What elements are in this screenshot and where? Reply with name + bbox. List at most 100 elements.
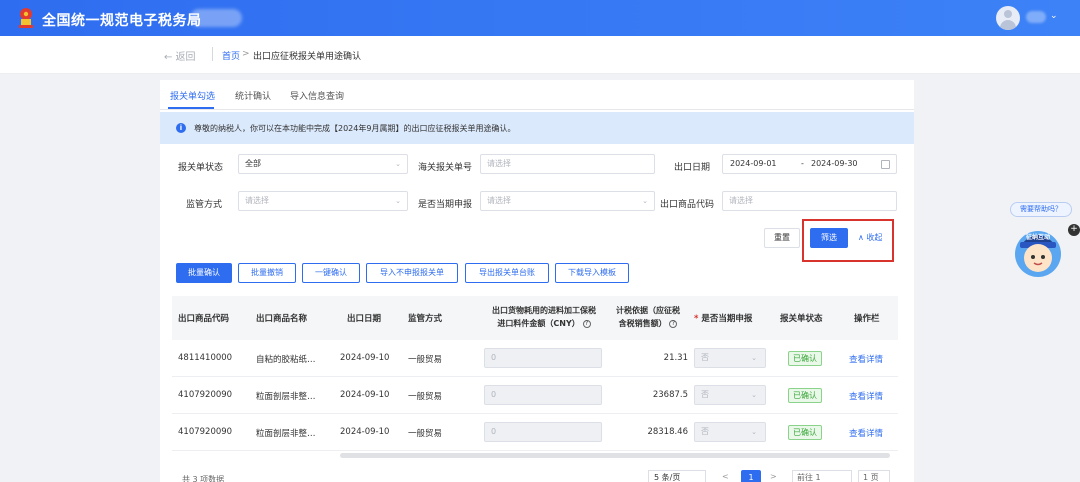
cell-tax-basis: 28318.46 bbox=[647, 427, 688, 437]
supervision-placeholder: 请选择 bbox=[245, 196, 269, 205]
breadcrumb-home[interactable]: 首页 bbox=[222, 49, 240, 62]
product-code-label: 出口商品代码 bbox=[660, 200, 715, 210]
cell-product-code: 4107920090 bbox=[178, 427, 233, 437]
status-badge: 已确认 bbox=[788, 388, 822, 403]
import-no-declare-button[interactable]: 导入不申报报关单 bbox=[366, 263, 458, 283]
supervision-label: 监管方式 bbox=[186, 200, 223, 210]
cell-export-date: 2024-09-10 bbox=[340, 427, 390, 437]
current-period-row-select[interactable]: 否 ⌄ bbox=[694, 422, 766, 442]
notice-banner: i 尊敬的纳税人，你可以在本功能中完成【2024年9月属期】的出口应征税报关单用… bbox=[160, 112, 914, 144]
chevron-down-icon: ⌄ bbox=[751, 391, 757, 399]
date-start: 2024-09-01 bbox=[730, 159, 777, 168]
filter-button[interactable]: 筛选 bbox=[810, 228, 848, 248]
mascot-label: 征纳互动 bbox=[1025, 233, 1050, 241]
required-star: * bbox=[694, 314, 699, 324]
chevron-down-icon: ⌄ bbox=[395, 197, 401, 205]
status-select-value: 全部 bbox=[245, 159, 261, 168]
download-template-button[interactable]: 下载导入模板 bbox=[555, 263, 629, 283]
table-row: 4107920090 粒面剖层非整… 2024-09-10 一般贸易 0 283… bbox=[172, 414, 898, 451]
help-circle-icon[interactable]: ? bbox=[669, 319, 678, 328]
user-avatar[interactable] bbox=[996, 6, 1020, 30]
chevron-down-icon: ⌄ bbox=[642, 197, 648, 205]
amount-input[interactable]: 0 bbox=[484, 385, 602, 405]
one-click-confirm-button[interactable]: 一键确认 bbox=[302, 263, 360, 283]
customs-no-input[interactable]: 请选择 bbox=[480, 154, 655, 174]
prev-page-button[interactable]: < bbox=[722, 472, 729, 481]
th-bonded-amount-line1: 出口货物耗用的进料加工保税 bbox=[492, 306, 596, 315]
current-period-row-value: 否 bbox=[701, 390, 709, 399]
tab-declaration-select[interactable]: 报关单勾选 bbox=[170, 89, 215, 102]
export-date-label: 出口日期 bbox=[674, 163, 711, 173]
info-icon: i bbox=[176, 123, 186, 133]
view-detail-link[interactable]: 查看详情 bbox=[849, 390, 883, 402]
chevron-down-icon: ⌄ bbox=[395, 160, 401, 168]
view-detail-link[interactable]: 查看详情 bbox=[849, 353, 883, 365]
cell-product-code: 4811410000 bbox=[178, 353, 233, 363]
batch-confirm-button[interactable]: 批量确认 bbox=[176, 263, 232, 283]
batch-revoke-button[interactable]: 批量撤销 bbox=[238, 263, 296, 283]
tab-divider bbox=[160, 109, 914, 110]
current-period-select[interactable]: 请选择 ⌄ bbox=[480, 191, 655, 211]
cell-product-name: 自粘的胶粘纸… bbox=[256, 355, 316, 365]
side-toggle-plus-icon[interactable]: + bbox=[1068, 224, 1080, 236]
th-product-name: 出口商品名称 bbox=[256, 314, 308, 324]
user-menu-chevron-icon[interactable]: ⌄ bbox=[1050, 11, 1058, 21]
table-header: 出口商品代码 出口商品名称 出口日期 监管方式 出口货物耗用的进料加工保税 进口… bbox=[172, 296, 898, 340]
export-date-range[interactable]: 2024-09-01 - 2024-09-30 bbox=[722, 154, 897, 174]
avatar-head bbox=[1004, 10, 1012, 18]
export-ledger-button[interactable]: 导出报关单台账 bbox=[465, 263, 549, 283]
current-period-row-select[interactable]: 否 ⌄ bbox=[694, 385, 766, 405]
horizontal-scrollbar[interactable] bbox=[340, 453, 890, 458]
help-circle-icon[interactable]: ? bbox=[582, 319, 591, 328]
back-link[interactable]: ← 返回 bbox=[164, 48, 196, 63]
goto-page-input[interactable]: 前往 1 bbox=[792, 470, 852, 482]
th-bonded-amount-line2-wrap: 进口料件金额（CNY） ? bbox=[480, 317, 608, 330]
next-page-button[interactable]: > bbox=[770, 472, 777, 481]
customs-no-label: 海关报关单号 bbox=[418, 163, 473, 173]
th-bonded-amount: 出口货物耗用的进料加工保税 进口料件金额（CNY） ? bbox=[480, 304, 608, 330]
status-badge: 已确认 bbox=[788, 351, 822, 366]
current-page-button[interactable]: 1 bbox=[741, 470, 761, 482]
total-pages: 1 页 bbox=[858, 470, 890, 482]
tab-statistics-confirm[interactable]: 统计确认 bbox=[235, 89, 271, 102]
help-bubble[interactable]: 需要帮助吗？ bbox=[1010, 202, 1072, 217]
page-size-select[interactable]: 5 条/页 bbox=[648, 470, 706, 482]
calendar-icon bbox=[881, 160, 890, 169]
cell-export-date: 2024-09-10 bbox=[340, 353, 390, 363]
top-bar: 全国统一规范电子税务局 ⌄ bbox=[0, 0, 1080, 36]
cell-tax-basis: 23687.5 bbox=[652, 390, 688, 400]
notice-text: 尊敬的纳税人，你可以在本功能中完成【2024年9月属期】的出口应征税报关单用途确… bbox=[194, 124, 516, 133]
avatar-body bbox=[1000, 20, 1016, 30]
collapse-toggle[interactable]: ∧ 收起 bbox=[858, 232, 882, 243]
site-title: 全国统一规范电子税务局 bbox=[42, 13, 202, 29]
current-period-row-value: 否 bbox=[701, 427, 709, 436]
tab-import-query[interactable]: 导入信息查询 bbox=[290, 89, 344, 102]
status-select[interactable]: 全部 ⌄ bbox=[238, 154, 408, 174]
chevron-down-icon: ⌄ bbox=[751, 354, 757, 362]
breadcrumb-divider bbox=[212, 47, 213, 61]
amount-input[interactable]: 0 bbox=[484, 422, 602, 442]
supervision-select[interactable]: 请选择 ⌄ bbox=[238, 191, 408, 211]
cell-tax-basis: 21.31 bbox=[663, 353, 688, 363]
cell-supervision: 一般贸易 bbox=[408, 355, 443, 365]
cell-supervision: 一般贸易 bbox=[408, 392, 443, 402]
th-current-period: * 是否当期申报 bbox=[694, 312, 752, 324]
current-period-row-value: 否 bbox=[701, 353, 709, 362]
current-period-row-select[interactable]: 否 ⌄ bbox=[694, 348, 766, 368]
reset-button[interactable]: 重置 bbox=[764, 228, 800, 248]
selected-count: 共 3 项数据 bbox=[182, 475, 225, 482]
breadcrumb-current: 出口应征税报关单用途确认 bbox=[253, 52, 362, 62]
product-code-input[interactable]: 请选择 bbox=[722, 191, 897, 211]
amount-input[interactable]: 0 bbox=[484, 348, 602, 368]
th-bonded-amount-line2: 进口料件金额（CNY） bbox=[497, 319, 580, 328]
assistant-mascot-icon[interactable]: 征纳互动 bbox=[1012, 222, 1064, 280]
cell-product-code: 4107920090 bbox=[178, 390, 233, 400]
th-supervision: 监管方式 bbox=[408, 314, 443, 324]
th-tax-basis: 计税依据（应征税 含税销售额） ? bbox=[608, 304, 688, 330]
th-tax-basis-line2-wrap: 含税销售额） ? bbox=[608, 317, 688, 330]
th-current-period-text: 是否当期申报 bbox=[701, 314, 753, 324]
table-row: 4107920090 粒面剖层非整… 2024-09-10 一般贸易 0 236… bbox=[172, 377, 898, 414]
view-detail-link[interactable]: 查看详情 bbox=[849, 427, 883, 439]
date-separator: - bbox=[801, 159, 804, 168]
cell-product-name: 粒面剖层非整… bbox=[256, 429, 316, 439]
